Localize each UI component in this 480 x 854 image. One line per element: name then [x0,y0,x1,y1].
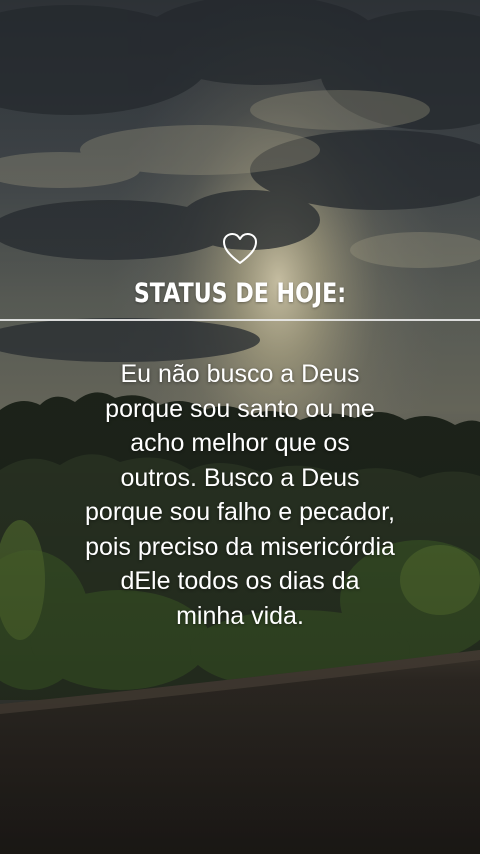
quote-line: porque sou santo ou me [105,394,375,423]
quote-line: minha vida. [176,601,304,630]
quote-line: outros. Busco a Deus [120,463,360,492]
quote-line: dEle todos os dias da [120,567,360,595]
quote-line: Eu não busco a Deus [120,360,360,388]
status-overlay: STATUS DE HOJE: Eu não busco a Deus porq… [0,0,480,854]
status-quote: Eu não busco a Deus porque sou santo ou … [30,357,450,633]
quote-line: porque sou falho e pecador, [85,498,395,526]
heading-divider [0,319,480,321]
quote-line: pois preciso da misericórdia [85,532,395,561]
status-heading: STATUS DE HOJE: [133,278,347,309]
status-image: STATUS DE HOJE: Eu não busco a Deus porq… [0,0,480,854]
heart-outline-icon [223,233,257,264]
quote-line: acho melhor que os [130,429,350,457]
